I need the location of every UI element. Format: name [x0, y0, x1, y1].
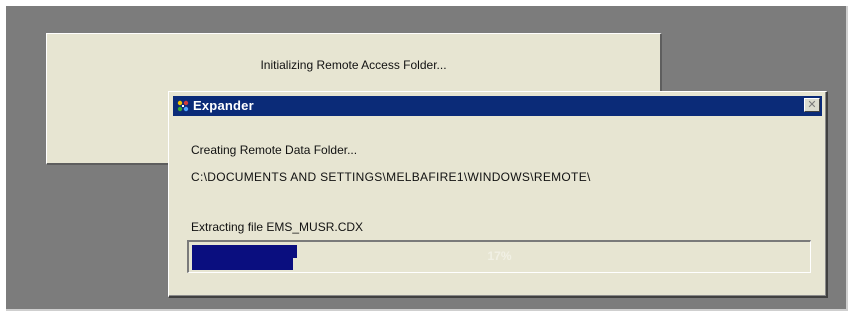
- app-icon: [177, 100, 189, 112]
- desktop-background: Initializing Remote Access Folder... Exp…: [6, 6, 848, 311]
- close-icon: ✕: [807, 98, 817, 111]
- title-bar[interactable]: Expander ✕: [173, 96, 822, 116]
- progress-percent-label: 17%: [487, 249, 512, 263]
- folder-path: C:\DOCUMENTS AND SETTINGS\MELBAFIRE1\WIN…: [191, 170, 591, 184]
- close-button[interactable]: ✕: [804, 98, 820, 112]
- status-text: Creating Remote Data Folder...: [191, 143, 358, 157]
- progress-bar: 17%: [187, 240, 811, 273]
- expander-window[interactable]: Expander ✕ Creating Remote Data Folder..…: [168, 91, 828, 298]
- initializing-message: Initializing Remote Access Folder...: [260, 58, 447, 72]
- extracting-file-label: Extracting file EMS_MUSR.CDX: [191, 220, 364, 234]
- window-title: Expander: [193, 98, 254, 113]
